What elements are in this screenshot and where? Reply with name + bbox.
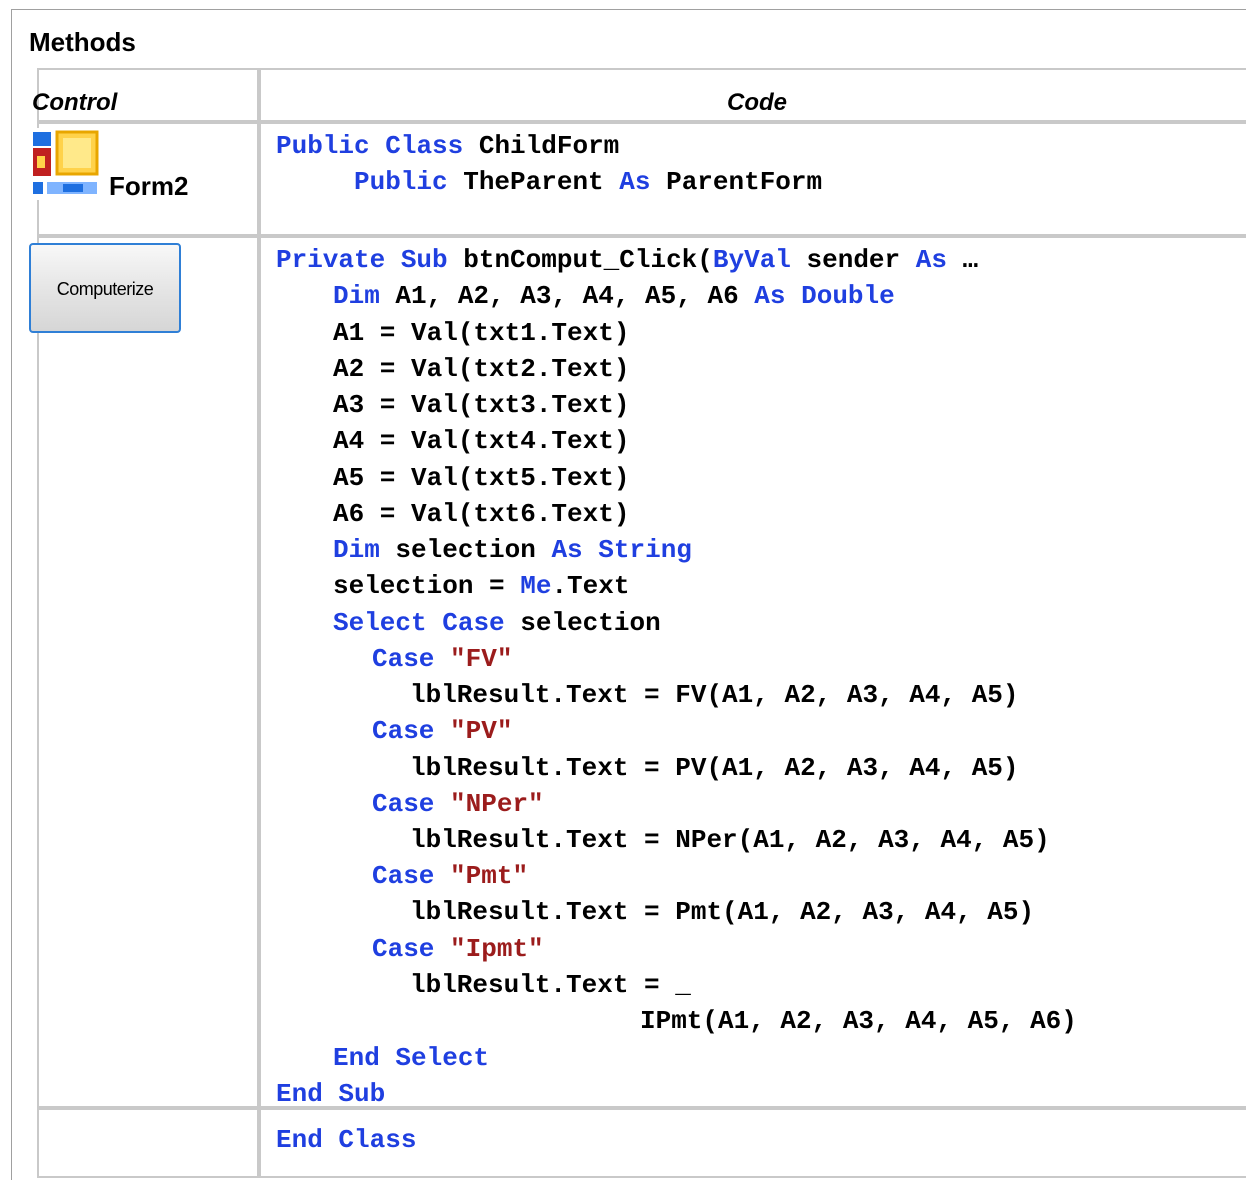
- row2-control-cell: [37, 236, 259, 1108]
- code-line: selection = Me.Text: [333, 571, 630, 601]
- code-line: A6 = Val(txt6.Text): [333, 499, 630, 529]
- form2-label: Form2: [109, 171, 189, 201]
- code-line: Case "FV": [372, 644, 513, 674]
- code-line: lblResult.Text = _: [410, 970, 691, 1000]
- form-icon: [29, 128, 101, 200]
- code-line: End Sub: [276, 1079, 386, 1109]
- header-code: Code: [727, 89, 787, 116]
- code-line: Private Sub btnComput_Click(ByVal sender…: [276, 245, 979, 275]
- code-line: Case "Pmt": [372, 861, 529, 891]
- code-line: A1 = Val(txt1.Text): [333, 318, 630, 348]
- section-title: Methods: [29, 27, 136, 57]
- header-control: Control: [32, 89, 118, 116]
- code-line: lblResult.Text = NPer(A1, A2, A3, A4, A5…: [410, 825, 1050, 855]
- code-line: A2 = Val(txt2.Text): [333, 354, 630, 384]
- code-line: A3 = Val(txt3.Text): [333, 390, 630, 420]
- code-line: Select Case selection: [333, 608, 661, 638]
- code-line: A5 = Val(txt5.Text): [333, 463, 630, 493]
- code-line: lblResult.Text = FV(A1, A2, A3, A4, A5): [410, 680, 1019, 710]
- code-line: End Class: [276, 1125, 417, 1155]
- computerize-button[interactable]: Computerize: [29, 243, 181, 333]
- code-line: Case "Ipmt": [372, 934, 544, 964]
- code-line: Public Class ChildForm: [276, 131, 620, 161]
- code-line: Dim selection As String: [333, 535, 692, 565]
- code-line: Public TheParent As ParentForm: [354, 167, 823, 197]
- code-line: Case "NPer": [372, 789, 544, 819]
- code-line: A4 = Val(txt4.Text): [333, 426, 630, 456]
- code-line: lblResult.Text = Pmt(A1, A2, A3, A4, A5): [410, 897, 1035, 927]
- row3-control-cell: [37, 1108, 259, 1178]
- code-line: Case "PV": [372, 716, 513, 746]
- code-line: IPmt(A1, A2, A3, A4, A5, A6): [640, 1006, 1077, 1036]
- code-line: Dim A1, A2, A3, A4, A5, A6 As Double: [333, 281, 895, 311]
- code-line: End Select: [333, 1043, 490, 1073]
- code-line: lblResult.Text = PV(A1, A2, A3, A4, A5): [410, 753, 1019, 783]
